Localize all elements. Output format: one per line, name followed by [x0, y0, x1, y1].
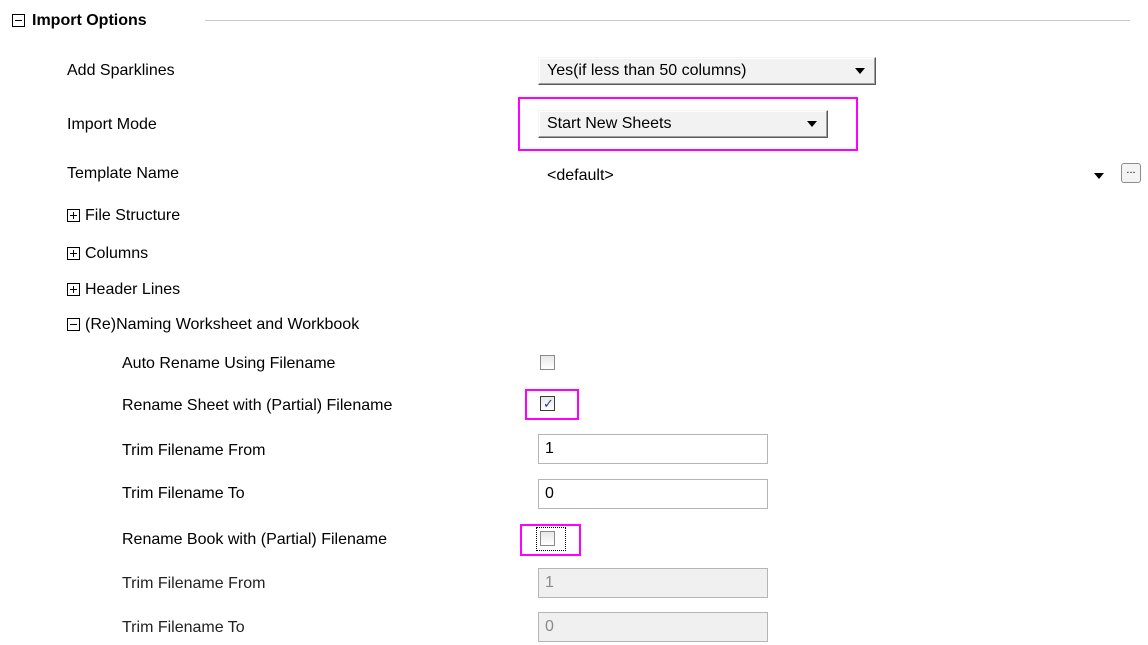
add-sparklines-value: Yes(if less than 50 columns): [547, 62, 747, 79]
sheet-trim-from-input[interactable]: 1: [538, 434, 768, 464]
add-sparklines-dropdown[interactable]: Yes(if less than 50 columns): [538, 57, 876, 85]
sheet-trim-from-value: 1: [545, 440, 554, 457]
collapse-import-options-icon[interactable]: [12, 14, 25, 27]
chevron-down-icon: [855, 68, 865, 74]
sheet-trim-to-label: Trim Filename To: [122, 485, 245, 502]
book-trim-to-label: Trim Filename To: [122, 619, 245, 636]
chevron-down-icon: [807, 121, 817, 127]
rename-book-label: Rename Book with (Partial) Filename: [122, 531, 387, 548]
template-name-value: <default>: [547, 167, 614, 184]
add-sparklines-label: Add Sparklines: [67, 62, 175, 79]
book-trim-to-input[interactable]: 0: [538, 612, 768, 642]
sheet-trim-to-input[interactable]: 0: [538, 479, 768, 509]
rename-sheet-checkbox[interactable]: ✓: [540, 396, 555, 411]
group-columns[interactable]: Columns: [85, 244, 148, 264]
collapse-renaming-icon[interactable]: [67, 318, 80, 331]
expand-header-lines-icon[interactable]: [67, 283, 80, 296]
template-name-dropdown[interactable]: <default>: [538, 162, 1110, 190]
section-divider: [205, 20, 1130, 21]
sheet-trim-to-value: 0: [545, 485, 554, 502]
checkmark-icon: ✓: [543, 396, 554, 411]
book-trim-from-value: 1: [545, 574, 554, 591]
import-mode-dropdown[interactable]: Start New Sheets: [538, 110, 828, 138]
browse-template-button[interactable]: ...: [1121, 163, 1141, 183]
rename-sheet-label: Rename Sheet with (Partial) Filename: [122, 397, 393, 414]
expand-columns-icon[interactable]: [67, 247, 80, 260]
group-file-structure[interactable]: File Structure: [85, 206, 180, 226]
focus-rect: [536, 527, 566, 551]
sheet-trim-from-label: Trim Filename From: [122, 442, 266, 459]
book-trim-from-label: Trim Filename From: [122, 575, 266, 592]
section-title: Import Options: [32, 12, 147, 29]
chevron-down-icon: [1094, 173, 1104, 179]
import-mode-label: Import Mode: [67, 116, 157, 133]
auto-rename-label: Auto Rename Using Filename: [122, 355, 336, 372]
template-name-label: Template Name: [67, 165, 180, 182]
expand-file-structure-icon[interactable]: [67, 209, 80, 222]
import-mode-value: Start New Sheets: [547, 115, 672, 132]
book-trim-from-input[interactable]: 1: [538, 568, 768, 598]
group-header-lines[interactable]: Header Lines: [85, 280, 180, 300]
book-trim-to-value: 0: [545, 618, 554, 635]
group-renaming[interactable]: (Re)Naming Worksheet and Workbook: [85, 315, 359, 335]
auto-rename-checkbox[interactable]: [540, 355, 555, 370]
